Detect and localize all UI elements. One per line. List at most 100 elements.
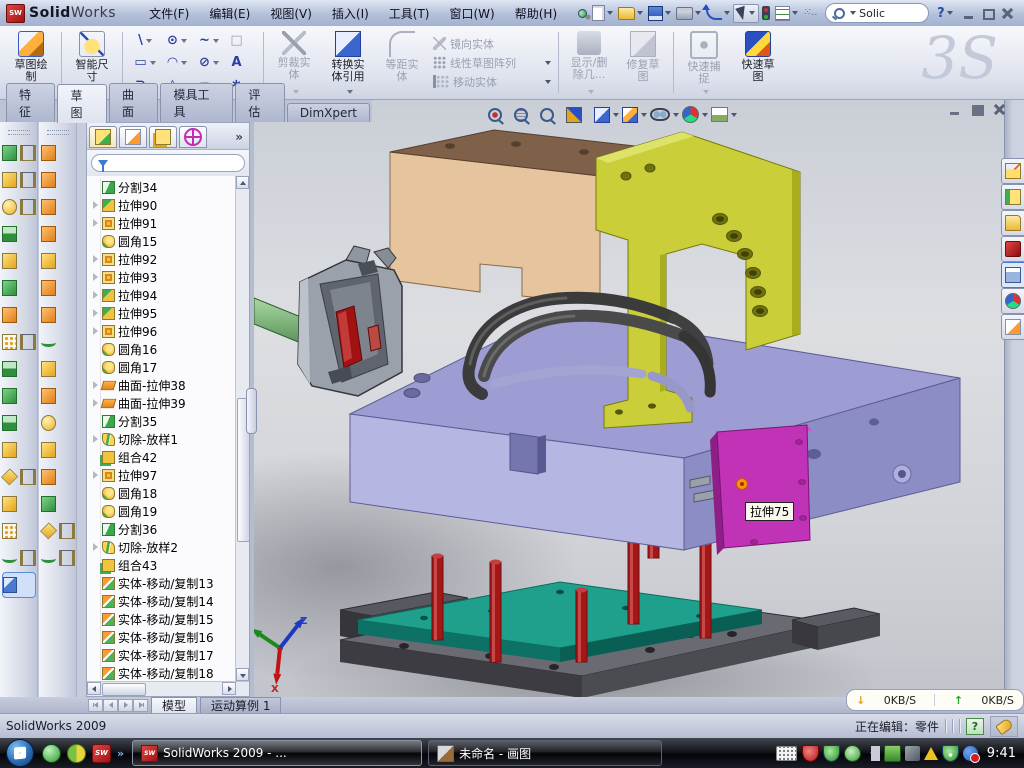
doc-minimize-button[interactable] bbox=[949, 104, 962, 115]
tab-appearances[interactable] bbox=[1001, 288, 1024, 314]
mold-tool-button[interactable] bbox=[41, 410, 75, 436]
mold-tool-button[interactable] bbox=[41, 383, 75, 409]
last-tab-button[interactable] bbox=[133, 699, 148, 712]
menu-item[interactable]: 工具(T) bbox=[380, 2, 439, 25]
status-help-button[interactable]: ? bbox=[966, 718, 984, 735]
tree-item[interactable]: 实体-移动/复制15 bbox=[91, 610, 236, 628]
tab-custom-properties[interactable] bbox=[1001, 314, 1024, 340]
view-tool-button[interactable] bbox=[650, 108, 679, 121]
model-magenta-block[interactable] bbox=[710, 425, 812, 555]
hscroll-thumb[interactable] bbox=[102, 683, 146, 696]
tree-item[interactable]: 拉伸90 bbox=[91, 196, 236, 214]
menu-item[interactable]: 插入(I) bbox=[323, 2, 378, 25]
view-tool-button[interactable] bbox=[566, 107, 591, 123]
mold-tool-button[interactable] bbox=[41, 491, 75, 517]
display-manager-tab[interactable] bbox=[179, 126, 207, 148]
quicklaunch-messenger-icon[interactable] bbox=[42, 744, 61, 763]
tab-solidworks-resources[interactable] bbox=[1001, 158, 1024, 184]
minimize-button[interactable] bbox=[963, 8, 976, 19]
mold-tool-button[interactable] bbox=[41, 140, 75, 166]
tree-item[interactable]: 实体-移动/复制14 bbox=[91, 592, 236, 610]
options-list-button[interactable] bbox=[773, 3, 800, 23]
tray-icon[interactable] bbox=[905, 746, 920, 761]
menu-item[interactable]: 编辑(E) bbox=[200, 2, 259, 25]
sketch-entity-button[interactable]: \ bbox=[130, 30, 160, 52]
mold-tool-button[interactable] bbox=[41, 275, 75, 301]
tray-icon[interactable] bbox=[924, 747, 938, 760]
next-tab-button[interactable] bbox=[118, 699, 133, 712]
tree-item[interactable]: 圆角16 bbox=[91, 340, 236, 358]
move-entities-button[interactable]: 移动实体 bbox=[433, 74, 551, 90]
feature-tool-button[interactable] bbox=[2, 464, 36, 490]
mold-tool-button[interactable] bbox=[41, 248, 75, 274]
offset-entities-button[interactable]: 等距实 体 bbox=[375, 28, 429, 97]
view-tool-button[interactable] bbox=[711, 107, 737, 122]
tab-dimxpert[interactable]: DimXpert bbox=[287, 103, 370, 122]
feature-tool-button[interactable] bbox=[2, 275, 36, 301]
mold-tool-button[interactable] bbox=[41, 437, 75, 463]
tree-item[interactable]: 分割34 bbox=[91, 178, 236, 196]
tree-item[interactable]: 分割36 bbox=[91, 520, 236, 538]
tree-item[interactable]: 圆角15 bbox=[91, 232, 236, 250]
tree-item[interactable]: 实体-移动/复制16 bbox=[91, 628, 236, 646]
sketch-entity-button[interactable]: □ bbox=[226, 30, 256, 52]
expand-arrow-icon[interactable] bbox=[91, 291, 99, 299]
expand-arrow-icon[interactable] bbox=[91, 201, 99, 209]
tray-icon[interactable] bbox=[963, 746, 978, 761]
tree-item[interactable]: 拉伸91 bbox=[91, 214, 236, 232]
sketch-entity-button[interactable]: ⊘ bbox=[194, 52, 224, 74]
menu-item[interactable]: 帮助(H) bbox=[506, 2, 566, 25]
taskbar-task-solidworks[interactable]: SW SolidWorks 2009 - ... bbox=[132, 740, 422, 766]
tray-icon[interactable] bbox=[844, 745, 861, 762]
sketch-entity-button[interactable]: ⊙ bbox=[162, 30, 192, 52]
feature-tool-button[interactable] bbox=[2, 221, 36, 247]
tree-item[interactable]: 拉伸94 bbox=[91, 286, 236, 304]
tab-mold-tools[interactable]: 模具工具 bbox=[160, 83, 233, 122]
tag-cell[interactable] bbox=[990, 716, 1018, 737]
property-manager-tab[interactable] bbox=[119, 126, 147, 148]
tree-item[interactable]: 拉伸97 bbox=[91, 466, 236, 484]
taskbar-task-paint[interactable]: 未命名 - 画图 bbox=[428, 740, 662, 766]
doc-close-button[interactable] bbox=[993, 104, 1006, 115]
feature-tool-button[interactable] bbox=[2, 194, 36, 220]
mold-tool-button[interactable] bbox=[41, 221, 75, 247]
first-tab-button[interactable] bbox=[88, 699, 103, 712]
expand-arrow-icon[interactable] bbox=[91, 543, 99, 551]
toolbar-overflow-icon[interactable]: ⁙.. bbox=[801, 3, 817, 23]
model-gray-clamp[interactable] bbox=[298, 246, 402, 396]
scroll-down-button[interactable] bbox=[236, 668, 249, 681]
tray-icon[interactable] bbox=[802, 745, 819, 762]
undo-button[interactable] bbox=[704, 3, 732, 23]
tab-view-palette[interactable] bbox=[1001, 262, 1024, 288]
feature-tool-button[interactable] bbox=[2, 302, 36, 328]
panel-overflow-button[interactable]: » bbox=[235, 130, 247, 144]
expand-arrow-icon[interactable] bbox=[91, 435, 99, 443]
mold-tool-button[interactable] bbox=[41, 545, 75, 571]
feature-tool-button[interactable] bbox=[2, 545, 36, 571]
tree-item[interactable]: 拉伸95 bbox=[91, 304, 236, 322]
tree-item[interactable]: 实体-移动/复制13 bbox=[91, 574, 236, 592]
model-tab[interactable]: 模型 bbox=[151, 697, 197, 713]
quicklaunch-safety-icon[interactable] bbox=[67, 744, 86, 763]
feature-tool-button[interactable] bbox=[2, 491, 36, 517]
configuration-manager-tab[interactable] bbox=[149, 126, 177, 148]
new-document-button[interactable] bbox=[590, 3, 615, 23]
tray-icon[interactable] bbox=[823, 745, 840, 762]
scroll-left-button[interactable] bbox=[87, 682, 101, 695]
tree-item[interactable]: 分割35 bbox=[91, 412, 236, 430]
tree-item[interactable]: 实体-移动/复制17 bbox=[91, 646, 236, 664]
feature-manager-tab[interactable] bbox=[89, 126, 117, 148]
linear-pattern-button[interactable]: 线性草图阵列 bbox=[433, 55, 551, 71]
expand-arrow-icon[interactable] bbox=[91, 309, 99, 317]
rebuild-traffic-light-icon[interactable] bbox=[760, 3, 772, 23]
graphics-viewport[interactable]: Y Z X bbox=[254, 100, 1004, 697]
view-tool-button[interactable] bbox=[540, 108, 563, 122]
feature-tool-button[interactable] bbox=[2, 248, 36, 274]
repair-sketch-button[interactable]: 修复草 图 bbox=[616, 28, 670, 97]
tab-file-explorer[interactable] bbox=[1001, 210, 1024, 236]
feature-tool-button[interactable] bbox=[2, 167, 36, 193]
tree-item[interactable]: 曲面-拉伸39 bbox=[91, 394, 236, 412]
mold-tool-button[interactable] bbox=[41, 329, 75, 355]
keyboard-language-icon[interactable] bbox=[776, 746, 797, 761]
feature-tool-button[interactable] bbox=[2, 356, 36, 382]
